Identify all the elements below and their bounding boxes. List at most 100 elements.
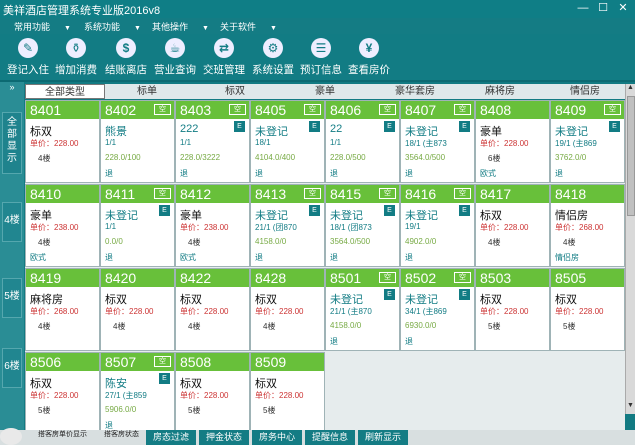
tab-all-types[interactable]: 全部类型: [25, 84, 105, 99]
room-tag: 退: [105, 169, 113, 178]
room-line3: 3762.0/0: [555, 153, 587, 162]
room-card[interactable]: 8410 豪单 单价：238.00 4楼 欧式: [25, 184, 100, 267]
sidebar-item-all[interactable]: 全部显示: [2, 112, 22, 174]
deposit-status-button[interactable]: 押金状态: [199, 430, 249, 445]
room-card[interactable]: 8412 豪单 单价：238.00 4楼 欧式: [175, 184, 250, 267]
tab-deluxe-suite[interactable]: 豪华套房: [370, 84, 460, 99]
price-icon: ¥: [359, 38, 379, 58]
room-card[interactable]: 8409 空未登记 E 19/1 (主869 3762.0/0 退: [550, 100, 625, 183]
room-card[interactable]: 8419 麻将房 单价：268.00 4楼: [25, 268, 100, 351]
minimize-button[interactable]: —: [576, 1, 590, 15]
room-card[interactable]: 8402 空熊景 1/1 228.0/100 退: [100, 100, 175, 183]
room-card[interactable]: 8420 标双 单价：228.00 4楼: [100, 268, 175, 351]
room-card[interactable]: 8428 标双 单价：228.00 4楼: [250, 268, 325, 351]
room-status-badge: 空: [154, 356, 171, 367]
window-title: 美祥酒店管理系统专业版2016v8: [3, 5, 161, 17]
menu-other[interactable]: 其他操作 ▼: [152, 20, 209, 33]
room-tag: 退: [105, 421, 113, 430]
tab-mahjong-room[interactable]: 麻将房: [465, 84, 535, 99]
room-status-badge: 空: [604, 104, 621, 115]
room-card[interactable]: 8401 标双 单价：228.00 4楼: [25, 100, 100, 183]
tab-standard-double[interactable]: 标双: [195, 84, 275, 99]
room-card[interactable]: 8422 标双 单价：228.00 4楼: [175, 268, 250, 351]
view-room-price-button[interactable]: ¥ 查看房价: [347, 34, 391, 80]
scroll-up-icon[interactable]: ▲: [626, 84, 635, 94]
checkin-button[interactable]: ✎ 登记入住: [6, 34, 50, 80]
room-card[interactable]: 8502 空未登记 E 34/1 (主869 6930.0/0 退: [400, 268, 475, 351]
pen-icon: ✎: [18, 38, 38, 58]
room-card[interactable]: 8408 豪单 单价：228.00 6楼 欧式: [475, 100, 550, 183]
shift-management-button[interactable]: ⇄ 交班管理: [202, 34, 246, 80]
sidebar-toggle[interactable]: »: [0, 82, 24, 96]
room-card[interactable]: 8505 标双 单价：228.00 5楼: [550, 268, 625, 351]
room-card[interactable]: 8405 空未登记 E 18/1 4104.0/400 退: [250, 100, 325, 183]
add-consumption-button[interactable]: ⚱ 增加消费: [54, 34, 98, 80]
room-occupant: 标双: [555, 294, 577, 306]
menu-common[interactable]: 常用功能 ▼: [14, 20, 71, 33]
room-card[interactable]: 8501 空未登记 E 21/1 (主870 4158.0/0 退: [325, 268, 400, 351]
guest-info-icon: E: [459, 205, 470, 216]
room-card[interactable]: 8411 空未登记 E 1/1 0.0/0 退: [100, 184, 175, 267]
room-line2: 1/1: [105, 138, 117, 147]
scroll-thumb[interactable]: [627, 96, 635, 216]
room-card[interactable]: 8417 标双 单价：228.00 4楼: [475, 184, 550, 267]
room-header: 8508: [176, 353, 249, 371]
room-card[interactable]: 8418 情侣房 单价：268.00 4楼 情侣房: [550, 184, 625, 267]
chevron-down-icon: ▼: [202, 25, 209, 32]
room-card[interactable]: 8413 空未登记 E 21/1 (团870 4158.0/0 退: [250, 184, 325, 267]
room-card[interactable]: 8403 空 222 E 1/1 228.0/3222 退: [175, 100, 250, 183]
room-filter-button[interactable]: 房态过滤: [146, 430, 196, 445]
guest-info-icon: E: [309, 121, 320, 132]
room-occupant: 标双: [480, 210, 502, 222]
room-card[interactable]: 8407 空未登记 E 18/1 (主873 3564.0/500 退: [400, 100, 475, 183]
sidebar-item-floor5[interactable]: 5楼: [2, 278, 22, 318]
room-occupant: 情侣房: [555, 210, 588, 222]
room-card[interactable]: 8415 空未登记 E 18/1 (团873 3564.0/500 退: [325, 184, 400, 267]
room-card[interactable]: 8416 空未登记 E 19/1 4902.0/0 退: [400, 184, 475, 267]
menu-system[interactable]: 系统功能 ▼: [84, 20, 141, 33]
menu-about[interactable]: 关于软件 ▼: [220, 20, 277, 33]
room-card[interactable]: 8509 标双 单价：228.00 5楼: [250, 352, 325, 430]
bill-icon: $: [116, 38, 136, 58]
room-line2: 单价：228.00: [30, 391, 79, 400]
scroll-down-icon[interactable]: ▼: [626, 402, 635, 412]
housekeeping-center-button[interactable]: 房务中心: [252, 430, 302, 445]
room-number: 8408: [480, 102, 512, 118]
system-settings-button[interactable]: ⚙ 系统设置: [251, 34, 295, 80]
refresh-display-button[interactable]: 刷新显示: [358, 430, 408, 445]
maximize-button[interactable]: ☐: [596, 1, 610, 15]
room-line3: 4楼: [38, 322, 51, 331]
room-line2: 单价：228.00: [480, 223, 529, 232]
room-status-badge: 空: [304, 188, 321, 199]
close-button[interactable]: ✕: [616, 1, 630, 15]
tab-deluxe-single[interactable]: 豪单: [285, 84, 365, 99]
business-query-button[interactable]: ☕ 营业查询: [153, 34, 197, 80]
room-card[interactable]: 8506 标双 单价：228.00 5楼: [25, 352, 100, 430]
room-number: 8419: [30, 270, 62, 286]
tab-standard-single[interactable]: 标单: [107, 84, 187, 99]
room-line3: 5楼: [488, 322, 501, 331]
sidebar-item-floor4[interactable]: 4楼: [2, 202, 22, 242]
room-card[interactable]: 8507 空陈安 E 27/1 (主859 5906.0/0 退: [100, 352, 175, 430]
room-line2: 单价：228.00: [105, 307, 154, 316]
room-occupant: 222: [180, 123, 199, 135]
room-line3: 4158.0/0: [330, 321, 362, 330]
room-card[interactable]: 8508 标双 单价：228.00 5楼: [175, 352, 250, 430]
chevron-down-icon: ▼: [270, 25, 277, 32]
room-card[interactable]: 8406 空 22 E 1/1 228.0/500 退: [325, 100, 400, 183]
sidebar-item-floor6[interactable]: 6楼: [2, 348, 22, 388]
guest-info-icon: E: [384, 121, 395, 132]
checkout-button[interactable]: $ 结账离店: [104, 34, 148, 80]
room-number: 8502: [405, 270, 437, 286]
status-hint-state: 搭客房状态: [104, 431, 139, 438]
room-card[interactable]: 8503 标双 单价：228.00 5楼: [475, 268, 550, 351]
room-header: 8412: [176, 185, 249, 203]
room-line3: 5楼: [563, 322, 576, 331]
room-tag: 退: [405, 337, 413, 346]
booking-info-button[interactable]: ☰ 预订信息: [299, 34, 343, 80]
reminder-info-button[interactable]: 提醒信息: [305, 430, 355, 445]
room-header: 8417: [476, 185, 549, 203]
room-number: 8507: [105, 354, 137, 370]
tab-couple-room[interactable]: 情侣房: [545, 84, 625, 99]
vertical-scrollbar[interactable]: ▲ ▼: [625, 84, 635, 414]
